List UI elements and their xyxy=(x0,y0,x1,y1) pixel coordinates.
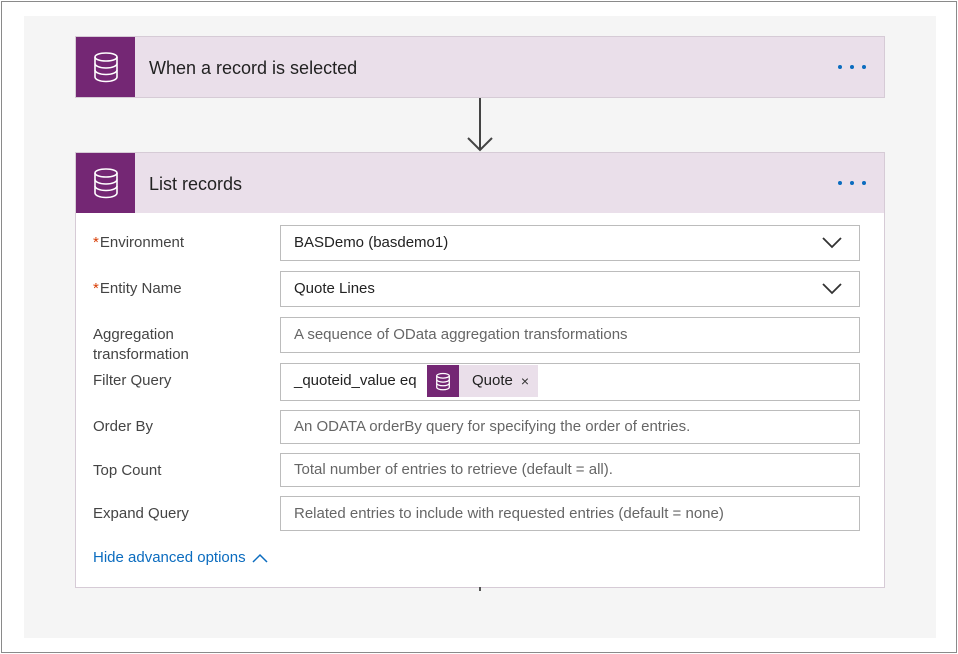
expand-query-input[interactable]: Related entries to include with requeste… xyxy=(280,496,860,531)
environment-dropdown[interactable]: BASDemo (basdemo1) xyxy=(280,225,860,261)
ellipsis-icon[interactable] xyxy=(834,153,870,213)
aggregation-label: Aggregation transformation xyxy=(93,326,189,363)
top-count-placeholder: Total number of entries to retrieve (def… xyxy=(294,461,613,478)
entity-name-dropdown[interactable]: Quote Lines xyxy=(280,271,860,307)
entity-name-label: *Entity Name xyxy=(93,280,182,297)
order-by-placeholder: An ODATA orderBy query for specifying th… xyxy=(294,418,691,435)
filter-query-input[interactable]: _quoteid_value eq Quote × xyxy=(280,363,860,401)
aggregation-placeholder: A sequence of OData aggregation transfor… xyxy=(294,326,628,343)
chevron-down-icon xyxy=(822,237,842,249)
arrow-down-icon xyxy=(467,98,493,152)
chevron-up-icon xyxy=(252,553,268,563)
environment-value: BASDemo (basdemo1) xyxy=(294,234,449,251)
aggregation-input[interactable]: A sequence of OData aggregation transfor… xyxy=(280,317,860,353)
trigger-card[interactable]: When a record is selected xyxy=(75,36,885,98)
filter-query-label: Filter Query xyxy=(93,372,172,389)
expand-query-placeholder: Related entries to include with requeste… xyxy=(294,505,724,522)
list-records-card-header[interactable]: List records xyxy=(76,153,884,213)
ellipsis-icon[interactable] xyxy=(834,37,870,97)
environment-label: *Environment xyxy=(93,234,185,251)
token-label: Quote xyxy=(472,372,513,389)
advanced-toggle-label: Hide advanced options xyxy=(93,549,246,566)
dynamic-content-token[interactable]: Quote × xyxy=(427,364,539,398)
database-icon xyxy=(76,37,135,97)
top-count-label: Top Count xyxy=(93,462,162,479)
chevron-down-icon xyxy=(822,283,842,295)
entity-name-value: Quote Lines xyxy=(294,280,375,297)
required-marker: * xyxy=(93,280,99,297)
list-records-card[interactable]: List records *Environment BASDemo (basde… xyxy=(75,152,885,588)
database-icon xyxy=(76,153,135,213)
database-icon xyxy=(427,365,459,397)
required-marker: * xyxy=(93,234,99,251)
order-by-input[interactable]: An ODATA orderBy query for specifying th… xyxy=(280,410,860,444)
close-icon[interactable]: × xyxy=(521,364,538,398)
list-records-title: List records xyxy=(149,174,243,194)
expand-query-label: Expand Query xyxy=(93,505,189,522)
order-by-label: Order By xyxy=(93,418,154,435)
hide-advanced-options-link[interactable]: Hide advanced options xyxy=(93,549,268,566)
trigger-title: When a record is selected xyxy=(149,58,358,78)
top-count-input[interactable]: Total number of entries to retrieve (def… xyxy=(280,453,860,487)
filter-query-value: _quoteid_value eq xyxy=(294,372,417,389)
trigger-card-header[interactable]: When a record is selected xyxy=(76,37,884,97)
connector-line xyxy=(479,587,481,591)
